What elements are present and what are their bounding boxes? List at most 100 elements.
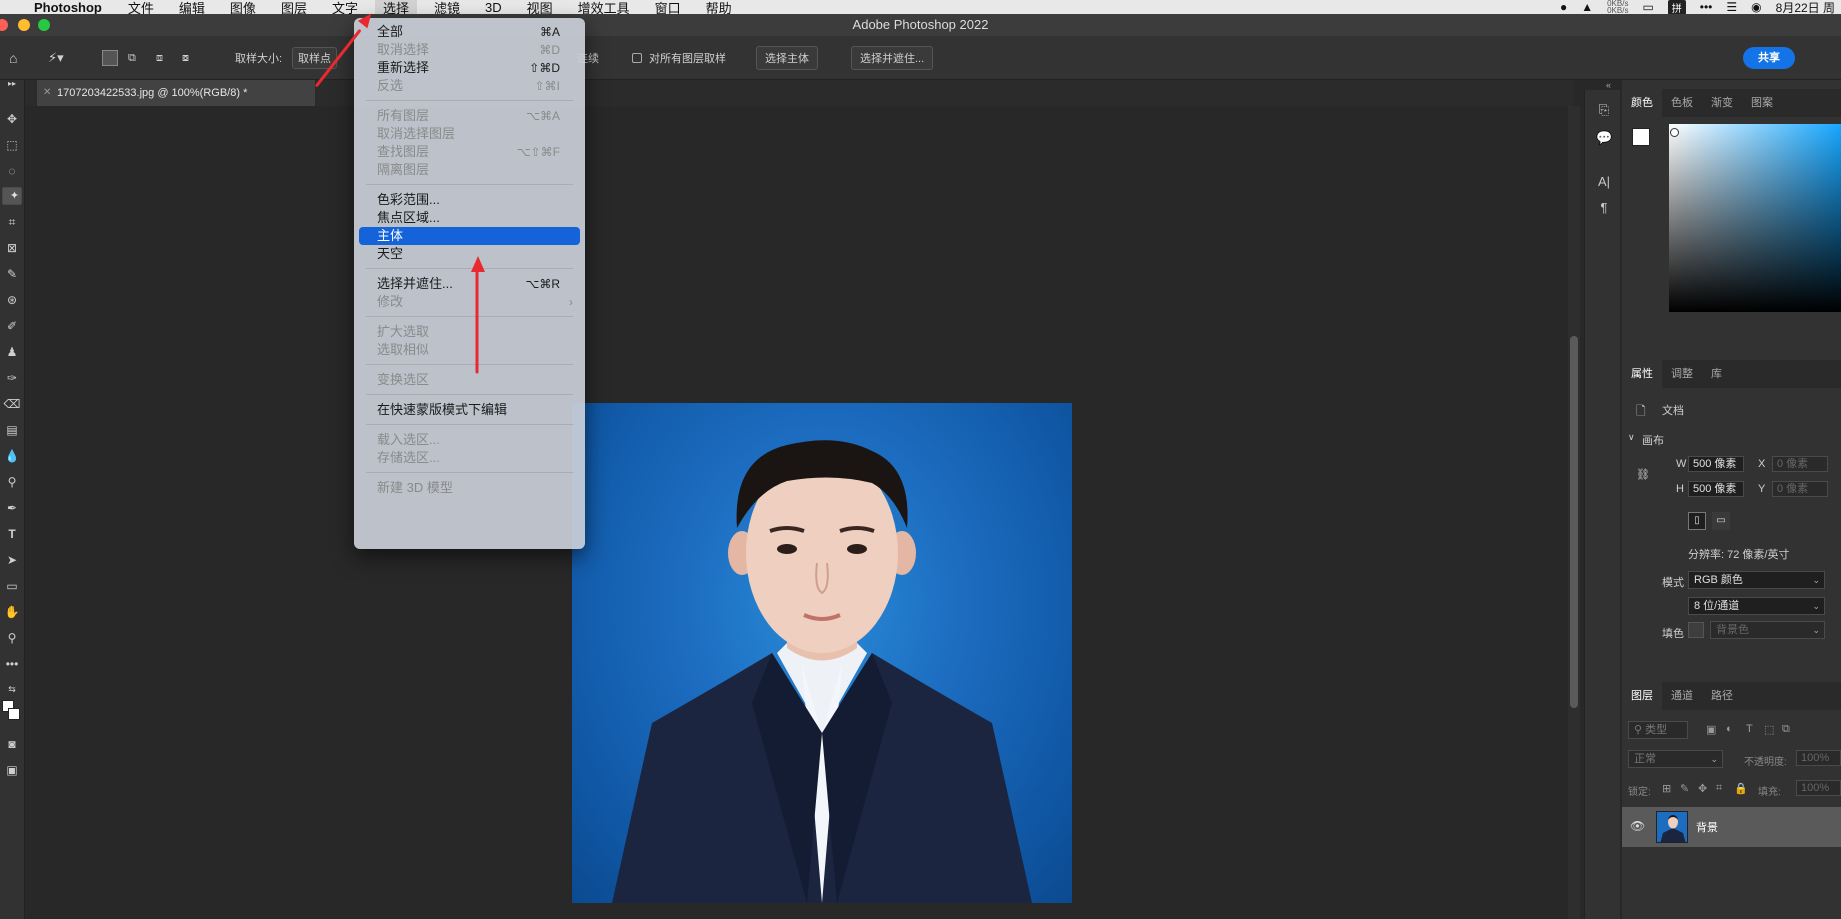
tab-gradients[interactable]: 渐变 — [1702, 89, 1742, 117]
menu-item-all-layers[interactable]: 所有图层 ⌥⌘A — [354, 107, 585, 125]
menu-item-find-layers[interactable]: 查找图层 ⌥⇧⌘F — [354, 143, 585, 161]
path-selection-tool-icon[interactable]: ➤ — [2, 551, 22, 569]
collapse-panels-icon[interactable]: « — [1606, 80, 1611, 90]
select-subject-button[interactable]: 选择主体 — [756, 46, 818, 70]
close-tab-icon[interactable]: ✕ — [43, 80, 51, 106]
menu-item-load-selection[interactable]: 载入选区... — [354, 431, 585, 449]
menu-item-focus-area[interactable]: 焦点区域... — [354, 209, 585, 227]
landscape-orientation-icon[interactable]: ▭ — [1712, 512, 1730, 530]
paragraph-panel-icon[interactable]: ¶ — [1596, 200, 1612, 216]
eraser-tool-icon[interactable]: ⌫ — [2, 395, 22, 413]
menu-item-isolate-layers[interactable]: 隔离图层 — [354, 161, 585, 179]
input-method[interactable]: 拼 — [1667, 0, 1686, 15]
menu-item-subject[interactable]: 主体 — [359, 227, 580, 245]
layer-filter-select[interactable]: ⚲ 类型 — [1628, 721, 1688, 739]
new-selection-icon[interactable] — [102, 36, 118, 80]
chevron-down-icon[interactable]: ∨ — [1628, 432, 1635, 443]
frame-tool-icon[interactable]: ⊠ — [2, 239, 22, 257]
y-field[interactable]: 0 像素 — [1772, 481, 1828, 497]
battery-icon[interactable]: ▭ — [1642, 0, 1653, 14]
fg-color-swatch[interactable] — [1632, 128, 1650, 146]
scrollbar-thumb[interactable] — [1570, 336, 1578, 708]
menu-item-new-3d-model[interactable]: 新建 3D 模型 — [354, 479, 585, 497]
share-button[interactable]: 共享 — [1743, 47, 1795, 69]
collapse-toolbar-icon[interactable]: ▸▸ — [2, 80, 22, 98]
filter-type-icon[interactable]: T — [1746, 723, 1753, 735]
tab-adjustments[interactable]: 调整 — [1662, 360, 1702, 388]
history-panel-icon[interactable]: ⎘ — [1596, 102, 1612, 118]
more-icon[interactable]: ••• — [1700, 0, 1713, 14]
lock-pixels-icon[interactable]: ✎ — [1680, 782, 1689, 795]
color-picker-handle[interactable] — [1670, 128, 1679, 137]
wechat-icon[interactable]: ● — [1560, 0, 1567, 14]
visibility-eye-icon[interactable]: 👁 — [1630, 819, 1645, 833]
vertical-scrollbar[interactable] — [1568, 106, 1580, 919]
menu-item-quick-mask[interactable]: 在快速蒙版模式下编辑 — [354, 401, 585, 419]
filter-shape-icon[interactable]: ⬚ — [1764, 723, 1774, 736]
bit-depth-select[interactable]: 8 位/通道 ⌄ — [1688, 597, 1825, 615]
clone-stamp-tool-icon[interactable]: ♟ — [2, 343, 22, 361]
menu-item-modify[interactable]: 修改 › — [354, 293, 585, 311]
menu-item-transform-selection[interactable]: 变换选区 — [354, 371, 585, 389]
menu-item-sky[interactable]: 天空 — [354, 245, 585, 263]
brush-tool-icon[interactable]: ✐ — [2, 317, 22, 335]
menu-item-grow[interactable]: 扩大选取 — [354, 323, 585, 341]
menu-item-similar[interactable]: 选取相似 — [354, 341, 585, 359]
comments-panel-icon[interactable]: 💬 — [1596, 130, 1612, 146]
sample-all-layers-checkbox[interactable]: 对所有图层取样 — [632, 36, 726, 80]
home-icon[interactable]: ⌂ — [9, 36, 17, 80]
marquee-tool-icon[interactable]: ⬚ — [2, 136, 22, 154]
menu-item-reselect[interactable]: 重新选择 ⇧⌘D — [354, 59, 585, 77]
filter-smart-object-icon[interactable]: ⧉ — [1782, 723, 1790, 736]
background-color-swatch[interactable] — [8, 708, 20, 720]
fill-select[interactable]: 背景色 ⌄ — [1710, 621, 1825, 639]
filter-adjustment-icon[interactable]: ◐ — [1726, 723, 1733, 735]
lock-artboard-icon[interactable]: ⌗ — [1716, 782, 1722, 795]
rectangle-tool-icon[interactable]: ▭ — [2, 577, 22, 595]
magic-wand-preset-icon[interactable]: ⚡▾ — [48, 36, 64, 80]
eyedropper-tool-icon[interactable]: ✎ — [2, 265, 22, 283]
tab-layers[interactable]: 图层 — [1622, 682, 1662, 710]
menu-3d[interactable]: 3D — [485, 0, 502, 15]
bell-icon[interactable]: ▲ — [1581, 0, 1593, 14]
fill-swatch[interactable] — [1688, 622, 1704, 638]
tab-paths[interactable]: 路径 — [1702, 682, 1742, 710]
menu-item-deselect[interactable]: 取消选择 ⌘D — [354, 41, 585, 59]
subtract-selection-icon[interactable]: ⧈ — [156, 36, 163, 80]
x-field[interactable]: 0 像素 — [1772, 456, 1828, 472]
tab-patterns[interactable]: 图案 — [1742, 89, 1782, 117]
menu-item-select-all[interactable]: 全部 ⌘A — [354, 23, 585, 41]
app-menu[interactable]: Photoshop — [34, 0, 102, 15]
gradient-tool-icon[interactable]: ▤ — [2, 421, 22, 439]
lock-transparent-icon[interactable]: ⊞ — [1662, 782, 1671, 795]
tab-swatches[interactable]: 色板 — [1662, 89, 1702, 117]
close-window-button[interactable] — [0, 19, 8, 31]
quick-mask-icon[interactable]: ◙ — [2, 735, 22, 753]
width-field[interactable]: 500 像素 — [1688, 456, 1744, 472]
move-tool-icon[interactable]: ✥ — [2, 110, 22, 128]
layer-row[interactable]: 👁 背景 — [1622, 807, 1841, 847]
select-and-mask-button[interactable]: 选择并遮住... — [851, 46, 934, 70]
menu-item-color-range[interactable]: 色彩范围... — [354, 191, 585, 209]
menu-item-inverse[interactable]: 反选 ⇧⌘I — [354, 77, 585, 95]
fullscreen-window-button[interactable] — [38, 19, 50, 31]
menu-item-deselect-layers[interactable]: 取消选择图层 — [354, 125, 585, 143]
pen-tool-icon[interactable]: ✒ — [2, 499, 22, 517]
hand-tool-icon[interactable]: ✋ — [2, 603, 22, 621]
history-brush-tool-icon[interactable]: ✑ — [2, 369, 22, 387]
fill-opacity-field[interactable]: 100% — [1796, 780, 1841, 796]
canvas-area[interactable] — [25, 106, 1573, 919]
menu-item-save-selection[interactable]: 存储选区... — [354, 449, 585, 467]
tab-libraries[interactable]: 库 — [1702, 360, 1731, 388]
type-tool-icon[interactable]: T — [2, 525, 22, 543]
dodge-tool-icon[interactable]: ⚲ — [2, 473, 22, 491]
more-tools-icon[interactable]: ••• — [2, 655, 22, 673]
menu-item-select-and-mask[interactable]: 选择并遮住... ⌥⌘R — [354, 275, 585, 293]
siri-icon[interactable]: ◉ — [1751, 0, 1761, 14]
healing-brush-tool-icon[interactable]: ⊛ — [2, 291, 22, 309]
tab-properties[interactable]: 属性 — [1622, 360, 1662, 388]
sample-size-select[interactable]: 取样点 — [292, 36, 337, 80]
filter-pixel-icon[interactable]: ▣ — [1706, 723, 1716, 736]
mode-select[interactable]: RGB 颜色 ⌄ — [1688, 571, 1825, 589]
tab-channels[interactable]: 通道 — [1662, 682, 1702, 710]
